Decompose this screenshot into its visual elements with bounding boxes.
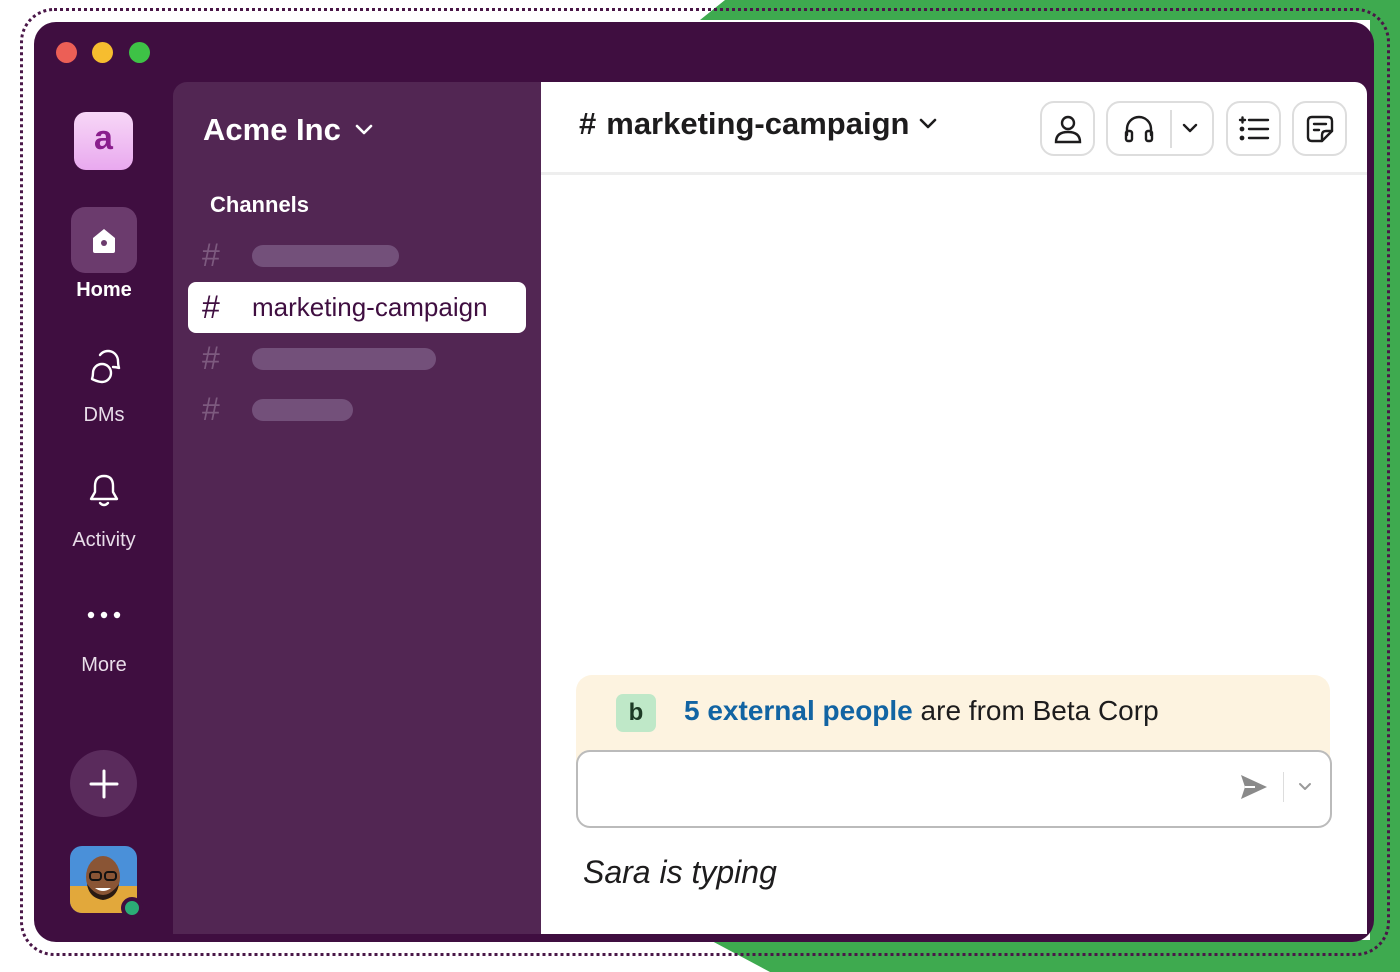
sidebar-channel-placeholder[interactable]: # bbox=[188, 384, 526, 435]
rail-item-home[interactable]: Home bbox=[44, 207, 164, 302]
rail-label-home: Home bbox=[76, 279, 132, 301]
huddle-divider bbox=[1170, 109, 1172, 148]
workspace-name: Acme Inc bbox=[203, 112, 341, 147]
bell-icon bbox=[71, 457, 137, 523]
hash-icon: # bbox=[579, 106, 597, 141]
dms-icon bbox=[71, 332, 137, 398]
channel-name-placeholder bbox=[252, 347, 436, 370]
hash-icon: # bbox=[202, 289, 220, 325]
sidebar-channel-placeholder[interactable]: # bbox=[188, 230, 526, 281]
send-controls bbox=[1239, 772, 1312, 802]
typing-indicator: Sara is typing bbox=[583, 854, 777, 891]
channel-sidebar: Acme Inc Channels # # marketing-campaign… bbox=[173, 82, 543, 934]
app-window: a Home DMs Activity More Acme Inc Channe… bbox=[34, 22, 1374, 942]
home-icon bbox=[71, 207, 137, 273]
channel-title-button[interactable]: # marketing-campaign bbox=[579, 106, 937, 142]
close-window-button[interactable] bbox=[56, 42, 77, 63]
typing-user-name: Sara bbox=[583, 854, 651, 890]
channel-view: # marketing-campaign b 5 external people… bbox=[541, 82, 1367, 934]
minimize-window-button[interactable] bbox=[92, 42, 113, 63]
hash-icon: # bbox=[202, 391, 220, 427]
workspace-switcher[interactable]: Acme Inc bbox=[203, 112, 373, 148]
channels-section-title[interactable]: Channels bbox=[210, 192, 309, 218]
list-icon bbox=[1238, 115, 1269, 140]
chevron-down-icon[interactable] bbox=[1298, 782, 1312, 792]
channel-label: marketing-campaign bbox=[252, 292, 488, 322]
rail-item-activity[interactable]: Activity bbox=[44, 457, 164, 552]
typing-text: is typing bbox=[650, 854, 777, 890]
chevron-down-icon[interactable] bbox=[1182, 123, 1198, 134]
rail-label-activity: Activity bbox=[72, 529, 136, 551]
plus-icon bbox=[89, 769, 118, 798]
more-icon bbox=[71, 582, 137, 648]
rail-item-more[interactable]: More bbox=[44, 582, 164, 677]
add-button[interactable] bbox=[70, 750, 137, 817]
hash-icon: # bbox=[202, 340, 220, 376]
external-people-link[interactable]: 5 external people bbox=[684, 695, 913, 726]
banner-rest-text: are from Beta Corp bbox=[912, 695, 1159, 726]
workspace-logo[interactable]: a bbox=[74, 112, 133, 170]
rail-label-dms: DMs bbox=[83, 404, 125, 426]
hash-icon: # bbox=[202, 237, 220, 273]
org-badge: b bbox=[616, 694, 656, 732]
huddle-button[interactable] bbox=[1106, 101, 1214, 156]
headphones-icon bbox=[1124, 115, 1154, 142]
maximize-window-button[interactable] bbox=[129, 42, 150, 63]
channel-details-button[interactable] bbox=[1226, 101, 1281, 156]
chevron-down-icon bbox=[920, 118, 937, 129]
workspace-initial: a bbox=[94, 119, 113, 157]
rail-item-dms[interactable]: DMs bbox=[44, 332, 164, 427]
channel-name-placeholder bbox=[252, 398, 353, 421]
canvas-icon bbox=[1306, 115, 1333, 142]
sidebar-channel-marketing-campaign[interactable]: # marketing-campaign bbox=[188, 282, 526, 333]
banner-text: 5 external people are from Beta Corp bbox=[684, 695, 1159, 727]
presence-indicator bbox=[121, 897, 143, 919]
rail-label-more: More bbox=[81, 654, 127, 676]
sidebar-channel-placeholder[interactable]: # bbox=[188, 333, 526, 384]
members-button[interactable] bbox=[1040, 101, 1095, 156]
chevron-down-icon bbox=[355, 124, 373, 135]
members-icon bbox=[1054, 115, 1081, 143]
channel-header: # marketing-campaign bbox=[541, 82, 1367, 175]
send-divider bbox=[1283, 772, 1284, 802]
send-icon[interactable] bbox=[1239, 773, 1269, 801]
user-avatar[interactable] bbox=[70, 846, 143, 919]
channel-name-placeholder bbox=[252, 244, 399, 267]
channel-title: marketing-campaign bbox=[606, 106, 910, 141]
canvas-button[interactable] bbox=[1292, 101, 1347, 156]
message-composer[interactable] bbox=[576, 750, 1332, 828]
